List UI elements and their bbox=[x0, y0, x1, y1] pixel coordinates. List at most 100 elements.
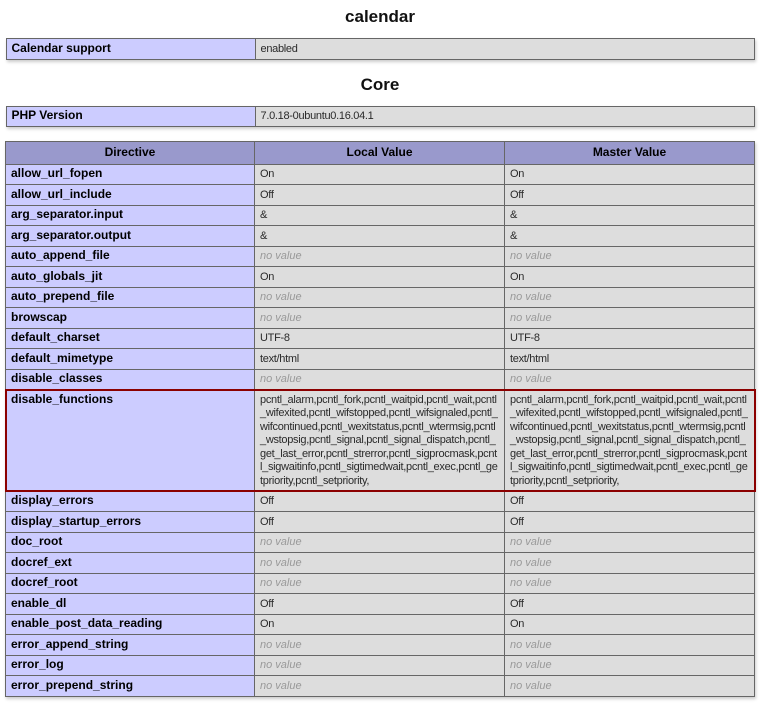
directive-row: docref_root no value no value bbox=[6, 573, 755, 594]
core-directives-table: Directive Local Value Master Value allow… bbox=[5, 141, 755, 697]
no-value-text: no value bbox=[260, 291, 302, 303]
no-value-text: no value bbox=[510, 659, 552, 671]
calendar-support-label-cell: Calendar support bbox=[6, 39, 255, 60]
local-value-cell: no value bbox=[255, 655, 505, 676]
local-value-cell: & bbox=[255, 226, 505, 247]
directive-name-cell: auto_append_file bbox=[6, 246, 255, 267]
local-value-cell: pcntl_alarm,pcntl_fork,pcntl_waitpid,pcn… bbox=[255, 390, 505, 492]
php-version-table: PHP Version 7.0.18-0ubuntu0.16.04.1 bbox=[6, 106, 755, 128]
directive-name-cell: arg_separator.output bbox=[6, 226, 255, 247]
directive-row: docref_extno valueno value bbox=[6, 553, 755, 574]
directive-name-cell: docref_root bbox=[6, 573, 255, 594]
master-value-cell: no value bbox=[505, 287, 755, 308]
no-value-text: no value bbox=[260, 250, 302, 262]
no-value-text: no value bbox=[260, 577, 302, 589]
no-value-text: no value bbox=[510, 373, 552, 385]
directive-name-cell: disable_classes bbox=[6, 369, 255, 390]
php-version-label-cell: PHP Version bbox=[6, 106, 255, 127]
local-value-cell: Off bbox=[255, 512, 505, 533]
local-value-cell: no value bbox=[255, 369, 505, 390]
directive-name-cell: error_prepend_string bbox=[6, 676, 255, 697]
directive-row: error_prepend_string no value no value bbox=[6, 676, 755, 697]
master-value-cell: On bbox=[505, 164, 755, 185]
local-value-cell: no value bbox=[255, 308, 505, 329]
master-value-cell: no value bbox=[505, 573, 755, 594]
local-value-cell: On bbox=[255, 614, 505, 635]
master-value-cell: & bbox=[505, 205, 755, 226]
directive-row: disable_classes no value no value bbox=[6, 369, 755, 390]
master-value-column-header: Master Value bbox=[505, 142, 755, 165]
local-value-cell: no value bbox=[255, 532, 505, 553]
core-section-title: Core bbox=[0, 75, 760, 95]
local-value-column-header: Local Value bbox=[255, 142, 505, 165]
no-value-text: no value bbox=[260, 373, 302, 385]
master-value-cell: Off bbox=[505, 185, 755, 206]
master-value-cell: UTF-8 bbox=[505, 328, 755, 349]
local-value-cell: Off bbox=[255, 185, 505, 206]
directive-row: arg_separator.output&& bbox=[6, 226, 755, 247]
no-value-text: no value bbox=[260, 680, 302, 692]
table-row: PHP Version 7.0.18-0ubuntu0.16.04.1 bbox=[6, 106, 754, 127]
master-value-cell: no value bbox=[505, 655, 755, 676]
master-value-cell: no value bbox=[505, 369, 755, 390]
no-value-text: no value bbox=[260, 536, 302, 548]
local-value-cell: no value bbox=[255, 635, 505, 656]
no-value-text: no value bbox=[260, 312, 302, 324]
local-value-cell: no value bbox=[255, 573, 505, 594]
directive-row: display_errorsOffOff bbox=[6, 491, 755, 512]
directive-row: allow_url_includeOffOff bbox=[6, 185, 755, 206]
master-value-cell: & bbox=[505, 226, 755, 247]
directive-row: enable_post_data_readingOnOn bbox=[6, 614, 755, 635]
calendar-support-value-cell: enabled bbox=[255, 39, 754, 60]
table-row: Calendar support enabled bbox=[6, 39, 754, 60]
directive-row: auto_globals_jitOnOn bbox=[6, 267, 755, 288]
directive-name-cell: enable_post_data_reading bbox=[6, 614, 255, 635]
master-value-cell: no value bbox=[505, 246, 755, 267]
directive-name-cell: default_mimetype bbox=[6, 349, 255, 370]
directive-row: browscapno valueno value bbox=[6, 308, 755, 329]
local-value-cell: On bbox=[255, 164, 505, 185]
local-value-cell: text/html bbox=[255, 349, 505, 370]
php-version-value-cell: 7.0.18-0ubuntu0.16.04.1 bbox=[255, 106, 754, 127]
local-value-cell: On bbox=[255, 267, 505, 288]
directive-row: enable_dlOffOff bbox=[6, 594, 755, 615]
no-value-text: no value bbox=[510, 557, 552, 569]
directive-name-cell: doc_root bbox=[6, 532, 255, 553]
master-value-cell: Off bbox=[505, 491, 755, 512]
directive-name-cell: display_errors bbox=[6, 491, 255, 512]
local-value-cell: & bbox=[255, 205, 505, 226]
master-value-cell: On bbox=[505, 614, 755, 635]
directive-row: disable_functionspcntl_alarm,pcntl_fork,… bbox=[6, 390, 755, 492]
directive-row: arg_separator.input&& bbox=[6, 205, 755, 226]
no-value-text: no value bbox=[510, 250, 552, 262]
master-value-cell: no value bbox=[505, 553, 755, 574]
directive-name-cell: auto_globals_jit bbox=[6, 267, 255, 288]
directive-name-cell: allow_url_include bbox=[6, 185, 255, 206]
master-value-cell: Off bbox=[505, 594, 755, 615]
directive-row: display_startup_errorsOffOff bbox=[6, 512, 755, 533]
master-value-cell: Off bbox=[505, 512, 755, 533]
calendar-support-table: Calendar support enabled bbox=[6, 38, 755, 60]
directive-name-cell: disable_functions bbox=[6, 390, 255, 492]
directive-name-cell: enable_dl bbox=[6, 594, 255, 615]
calendar-section-title: calendar bbox=[0, 7, 760, 27]
master-value-cell: pcntl_alarm,pcntl_fork,pcntl_waitpid,pcn… bbox=[505, 390, 755, 492]
no-value-text: no value bbox=[260, 659, 302, 671]
no-value-text: no value bbox=[510, 536, 552, 548]
local-value-cell: no value bbox=[255, 287, 505, 308]
master-value-cell: no value bbox=[505, 676, 755, 697]
master-value-cell: no value bbox=[505, 532, 755, 553]
directive-name-cell: auto_prepend_file bbox=[6, 287, 255, 308]
directives-tbody: allow_url_fopenOnOnallow_url_includeOffO… bbox=[6, 164, 755, 696]
directive-name-cell: default_charset bbox=[6, 328, 255, 349]
directive-row: doc_root no value no value bbox=[6, 532, 755, 553]
directive-row: default_charsetUTF-8UTF-8 bbox=[6, 328, 755, 349]
local-value-cell: Off bbox=[255, 491, 505, 512]
local-value-cell: no value bbox=[255, 553, 505, 574]
local-value-cell: no value bbox=[255, 246, 505, 267]
directive-row: allow_url_fopenOnOn bbox=[6, 164, 755, 185]
phpinfo-page: calendar Calendar support enabled Core P… bbox=[0, 7, 760, 697]
master-value-cell: no value bbox=[505, 308, 755, 329]
directive-name-cell: arg_separator.input bbox=[6, 205, 255, 226]
no-value-text: no value bbox=[510, 577, 552, 589]
